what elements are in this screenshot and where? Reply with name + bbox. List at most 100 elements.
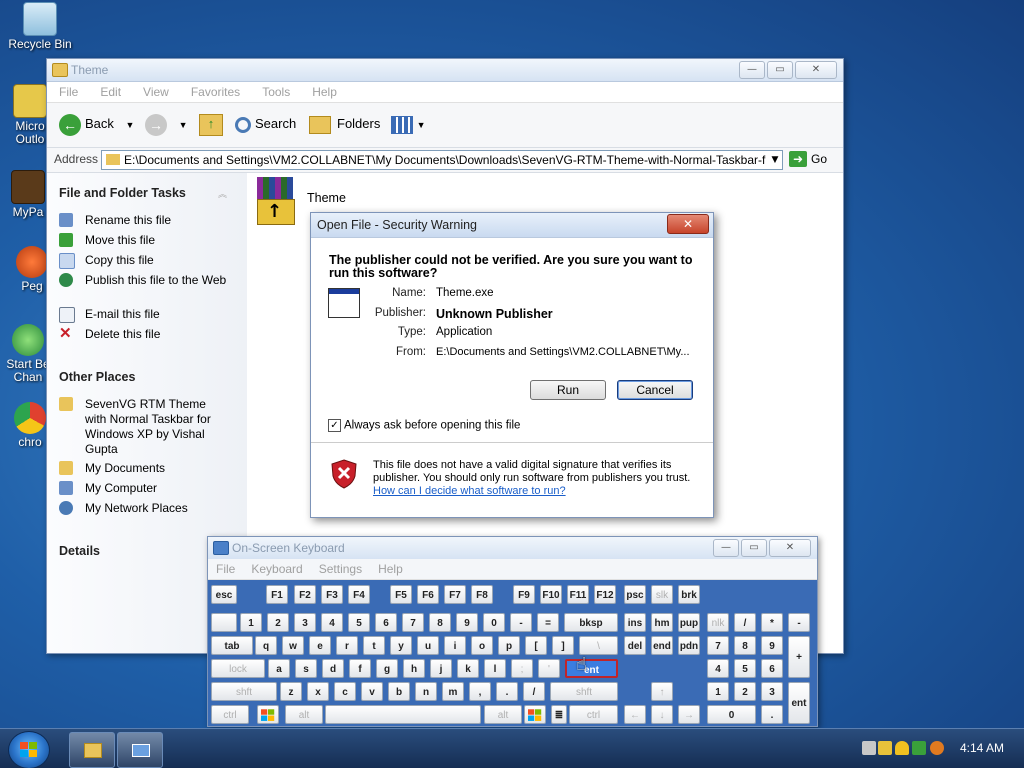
key-pdn[interactable]: pdn	[678, 636, 700, 655]
menu-keyboard[interactable]: Keyboard	[251, 562, 302, 576]
key-n9[interactable]: 9	[456, 613, 478, 632]
checkbox-checked-icon[interactable]: ✓	[328, 419, 341, 432]
key-nlk[interactable]: nlk	[707, 613, 729, 632]
task-copy[interactable]: Copy this file	[59, 253, 239, 269]
place-my-computer[interactable]: My Computer	[59, 481, 239, 496]
tray-search-icon[interactable]	[930, 741, 944, 755]
tray-network-icon[interactable]	[862, 741, 876, 755]
task-publish[interactable]: Publish this file to the Web	[59, 273, 239, 288]
place-theme-folder[interactable]: SevenVG RTM Theme with Normal Taskbar fo…	[59, 397, 219, 457]
key-a[interactable]: a	[268, 659, 290, 678]
osk-titlebar[interactable]: On-Screen Keyboard — ▭ ✕	[208, 537, 817, 560]
dialog-titlebar[interactable]: Open File - Security Warning ✕	[311, 213, 713, 238]
menu-help[interactable]: Help	[378, 562, 403, 576]
key-bslash[interactable]: \	[579, 636, 618, 655]
key-rshft[interactable]: shft	[550, 682, 618, 701]
key-h[interactable]: h	[403, 659, 425, 678]
key-j[interactable]: j	[430, 659, 452, 678]
chevron-down-icon[interactable]: ▼	[768, 151, 782, 169]
key-k6[interactable]: 6	[761, 659, 783, 678]
close-button[interactable]: ✕	[667, 214, 709, 234]
go-button[interactable]: ➜ Go	[789, 151, 827, 167]
taskbar-explorer-button[interactable]	[69, 732, 115, 768]
key-lshft[interactable]: shft	[211, 682, 277, 701]
key-space[interactable]	[325, 705, 481, 724]
minimize-button[interactable]: —	[713, 539, 739, 557]
key-ralt[interactable]: alt	[484, 705, 522, 724]
file-folder-tasks-heading[interactable]: File and Folder Tasks	[59, 186, 186, 200]
key-lalt[interactable]: alt	[285, 705, 323, 724]
key-q[interactable]: q	[255, 636, 277, 655]
taskbar-osk-button[interactable]	[117, 732, 163, 768]
menu-file[interactable]: File	[216, 562, 235, 576]
key-end[interactable]: end	[651, 636, 673, 655]
key-fslash[interactable]: /	[523, 682, 545, 701]
place-my-documents[interactable]: My Documents	[59, 461, 239, 476]
key-n0[interactable]: 0	[483, 613, 505, 632]
windows-key-icon[interactable]	[524, 705, 546, 724]
key-w[interactable]: w	[282, 636, 304, 655]
key-k[interactable]: k	[457, 659, 479, 678]
place-my-network[interactable]: My Network Places	[59, 501, 239, 516]
key-quote[interactable]: '	[538, 659, 560, 678]
key-left[interactable]: ←	[624, 705, 646, 724]
key-equals[interactable]: =	[537, 613, 559, 632]
chevron-down-icon[interactable]: ▼	[126, 120, 135, 130]
key-y[interactable]: y	[390, 636, 412, 655]
cancel-button[interactable]: Cancel	[617, 380, 693, 400]
key-up[interactable]: ↑	[651, 682, 673, 701]
key-period[interactable]: .	[496, 682, 518, 701]
windows-key-icon[interactable]	[257, 705, 279, 724]
maximize-button[interactable]: ▭	[767, 61, 793, 79]
key-f5[interactable]: F5	[390, 585, 412, 604]
key-minus[interactable]: -	[510, 613, 532, 632]
menu-edit[interactable]: Edit	[100, 85, 121, 99]
start-button[interactable]	[8, 731, 50, 768]
key-f9[interactable]: F9	[513, 585, 535, 604]
up-folder-button[interactable]: ↑	[199, 111, 223, 137]
key-f8[interactable]: F8	[471, 585, 493, 604]
key-f6[interactable]: F6	[417, 585, 439, 604]
key-f3[interactable]: F3	[321, 585, 343, 604]
key-t[interactable]: t	[363, 636, 385, 655]
key-k5[interactable]: 5	[734, 659, 756, 678]
key-lock[interactable]: lock	[211, 659, 265, 678]
key-d[interactable]: d	[322, 659, 344, 678]
menu-file[interactable]: File	[59, 85, 78, 99]
key-semi[interactable]: ;	[511, 659, 533, 678]
maximize-button[interactable]: ▭	[741, 539, 767, 557]
key-k1[interactable]: 1	[707, 682, 729, 701]
key-x[interactable]: x	[307, 682, 329, 701]
key-s[interactable]: s	[295, 659, 317, 678]
key-o[interactable]: o	[471, 636, 493, 655]
task-email[interactable]: E-mail this file	[59, 307, 239, 323]
key-n7[interactable]: 7	[402, 613, 424, 632]
menu-tools[interactable]: Tools	[262, 85, 290, 99]
search-button[interactable]: Search	[235, 111, 296, 137]
key-f11[interactable]: F11	[567, 585, 589, 604]
key-star[interactable]: *	[761, 613, 783, 632]
folders-button[interactable]: Folders	[309, 111, 380, 137]
task-delete[interactable]: ✕ Delete this file	[59, 326, 239, 342]
key-k9[interactable]: 9	[761, 636, 783, 655]
key-p[interactable]: p	[498, 636, 520, 655]
key-k4[interactable]: 4	[707, 659, 729, 678]
key-z[interactable]: z	[280, 682, 302, 701]
key-numpad-enter[interactable]: ent	[788, 682, 810, 724]
menu-settings[interactable]: Settings	[319, 562, 362, 576]
key-numpad-plus[interactable]: +	[788, 636, 810, 678]
key-psc[interactable]: psc	[624, 585, 646, 604]
menu-key-icon[interactable]: ≣	[551, 705, 567, 724]
key-e[interactable]: e	[309, 636, 331, 655]
key-n2[interactable]: 2	[267, 613, 289, 632]
chevron-down-icon[interactable]: ▼	[179, 120, 188, 130]
key-f4[interactable]: F4	[348, 585, 370, 604]
key-lbr[interactable]: [	[525, 636, 547, 655]
key-lctrl[interactable]: ctrl	[211, 705, 249, 724]
key-k2[interactable]: 2	[734, 682, 756, 701]
details-heading[interactable]: Details	[59, 544, 100, 558]
menu-view[interactable]: View	[143, 85, 169, 99]
key-k3[interactable]: 3	[761, 682, 783, 701]
key-slash[interactable]: /	[734, 613, 756, 632]
key-tab[interactable]: tab	[211, 636, 253, 655]
